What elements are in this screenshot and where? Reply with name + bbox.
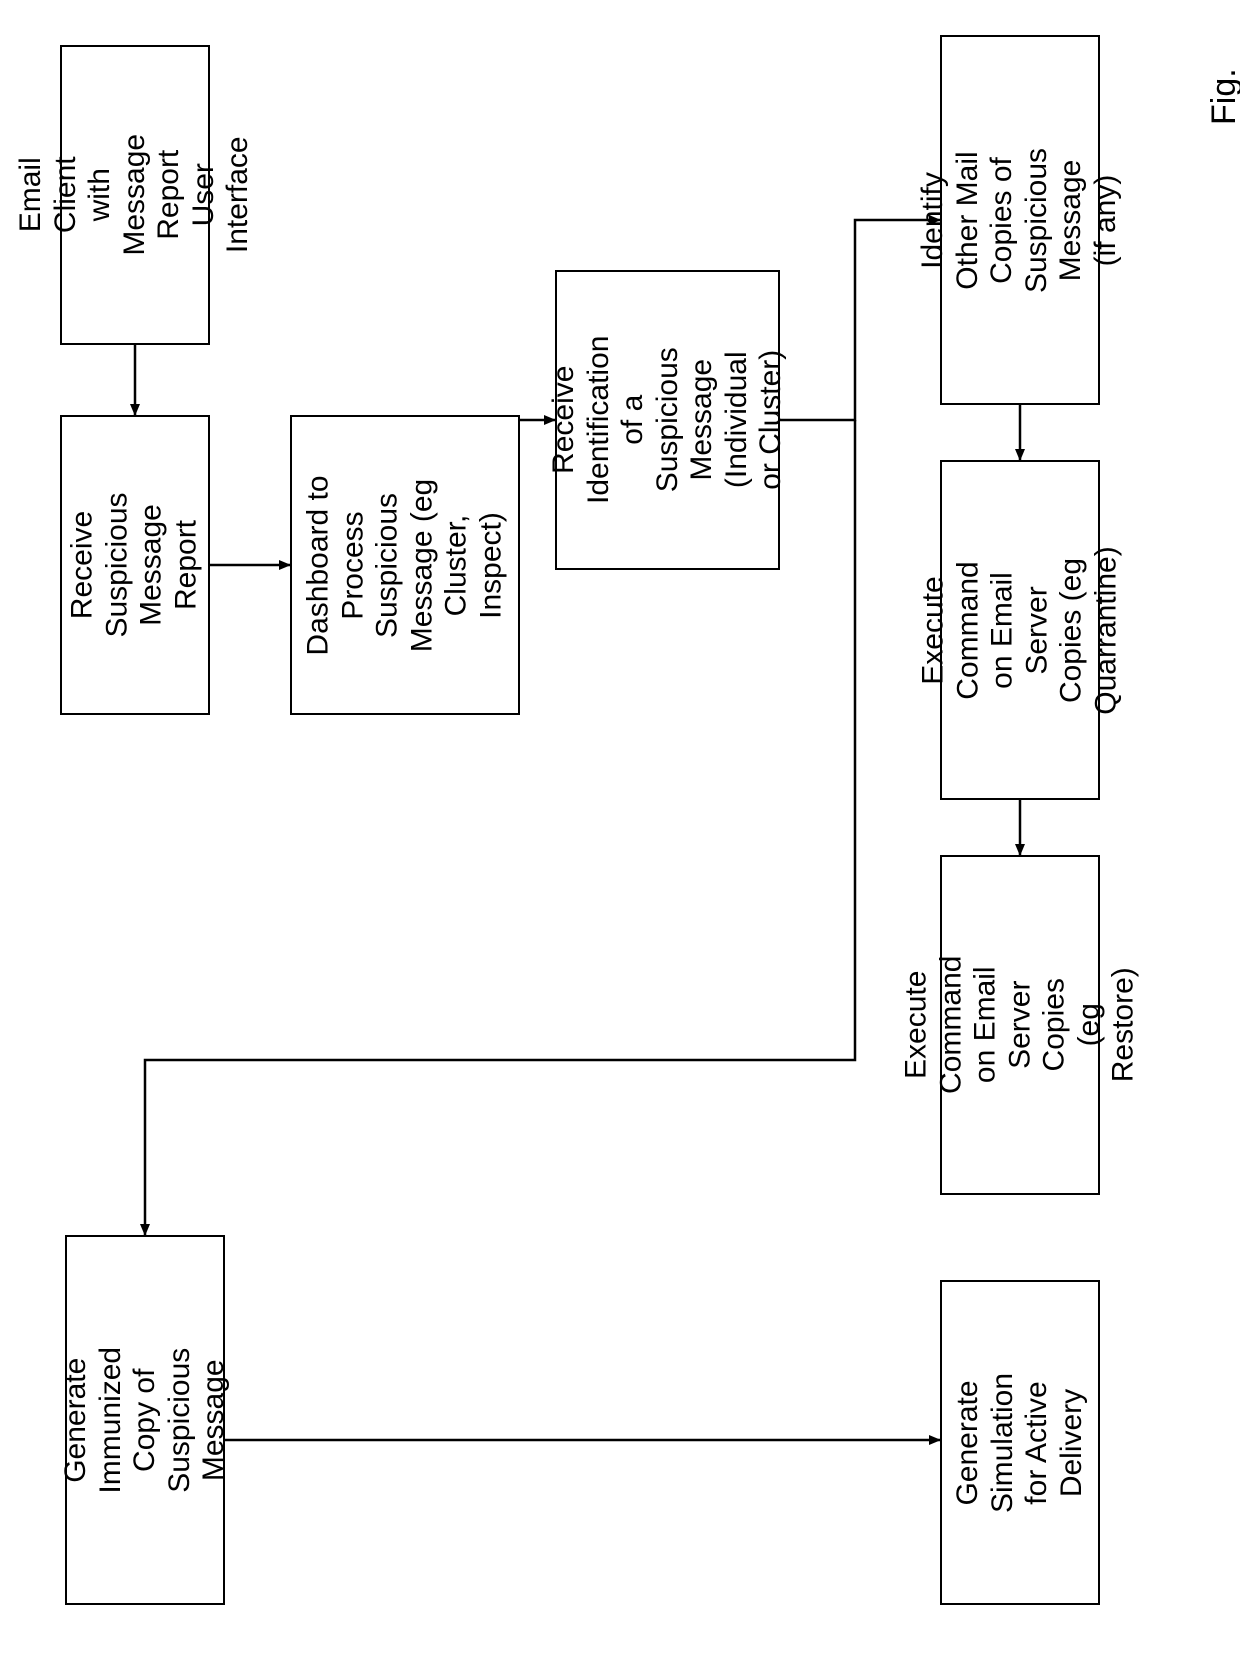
box-exec-restore-text: Execute Command on Email Server Copies (…: [899, 956, 1141, 1094]
figure-label: Fig. 1: [1205, 68, 1240, 125]
box-exec-restore: Execute Command on Email Server Copies (…: [940, 855, 1100, 1195]
box-receive-id: Receive Identification of a Suspicious M…: [555, 270, 780, 570]
box-dashboard-text: Dashboard to Process Suspicious Message …: [302, 470, 509, 660]
box-gen-immunized: Generate Immunized Copy of Suspicious Me…: [65, 1235, 225, 1605]
box-exec-quarantine: Execute Command on Email Server Copies (…: [940, 460, 1100, 800]
box-gen-immunized-text: Generate Immunized Copy of Suspicious Me…: [59, 1347, 232, 1494]
box-dashboard: Dashboard to Process Suspicious Message …: [290, 415, 520, 715]
box-receive-report-text: Receive Suspicious Message Report: [66, 492, 204, 637]
box-identify-copies-text: Identify Other Mail Copies of Suspicious…: [917, 147, 1124, 292]
box-identify-copies: Identify Other Mail Copies of Suspicious…: [940, 35, 1100, 405]
box-gen-simulation: Generate Simulation for Active Delivery: [940, 1280, 1100, 1605]
box-gen-simulation-text: Generate Simulation for Active Delivery: [951, 1372, 1089, 1512]
box-receive-report: Receive Suspicious Message Report: [60, 415, 210, 715]
box-email-client-text: Email Client with Message Report User In…: [14, 134, 256, 256]
box-exec-quarantine-text: Execute Command on Email Server Copies (…: [917, 546, 1124, 714]
diagram-canvas: Fig. 1 Email Client with Message Report …: [0, 0, 1240, 1670]
box-receive-id-text: Receive Identification of a Suspicious M…: [547, 328, 789, 513]
box-email-client: Email Client with Message Report User In…: [60, 45, 210, 345]
